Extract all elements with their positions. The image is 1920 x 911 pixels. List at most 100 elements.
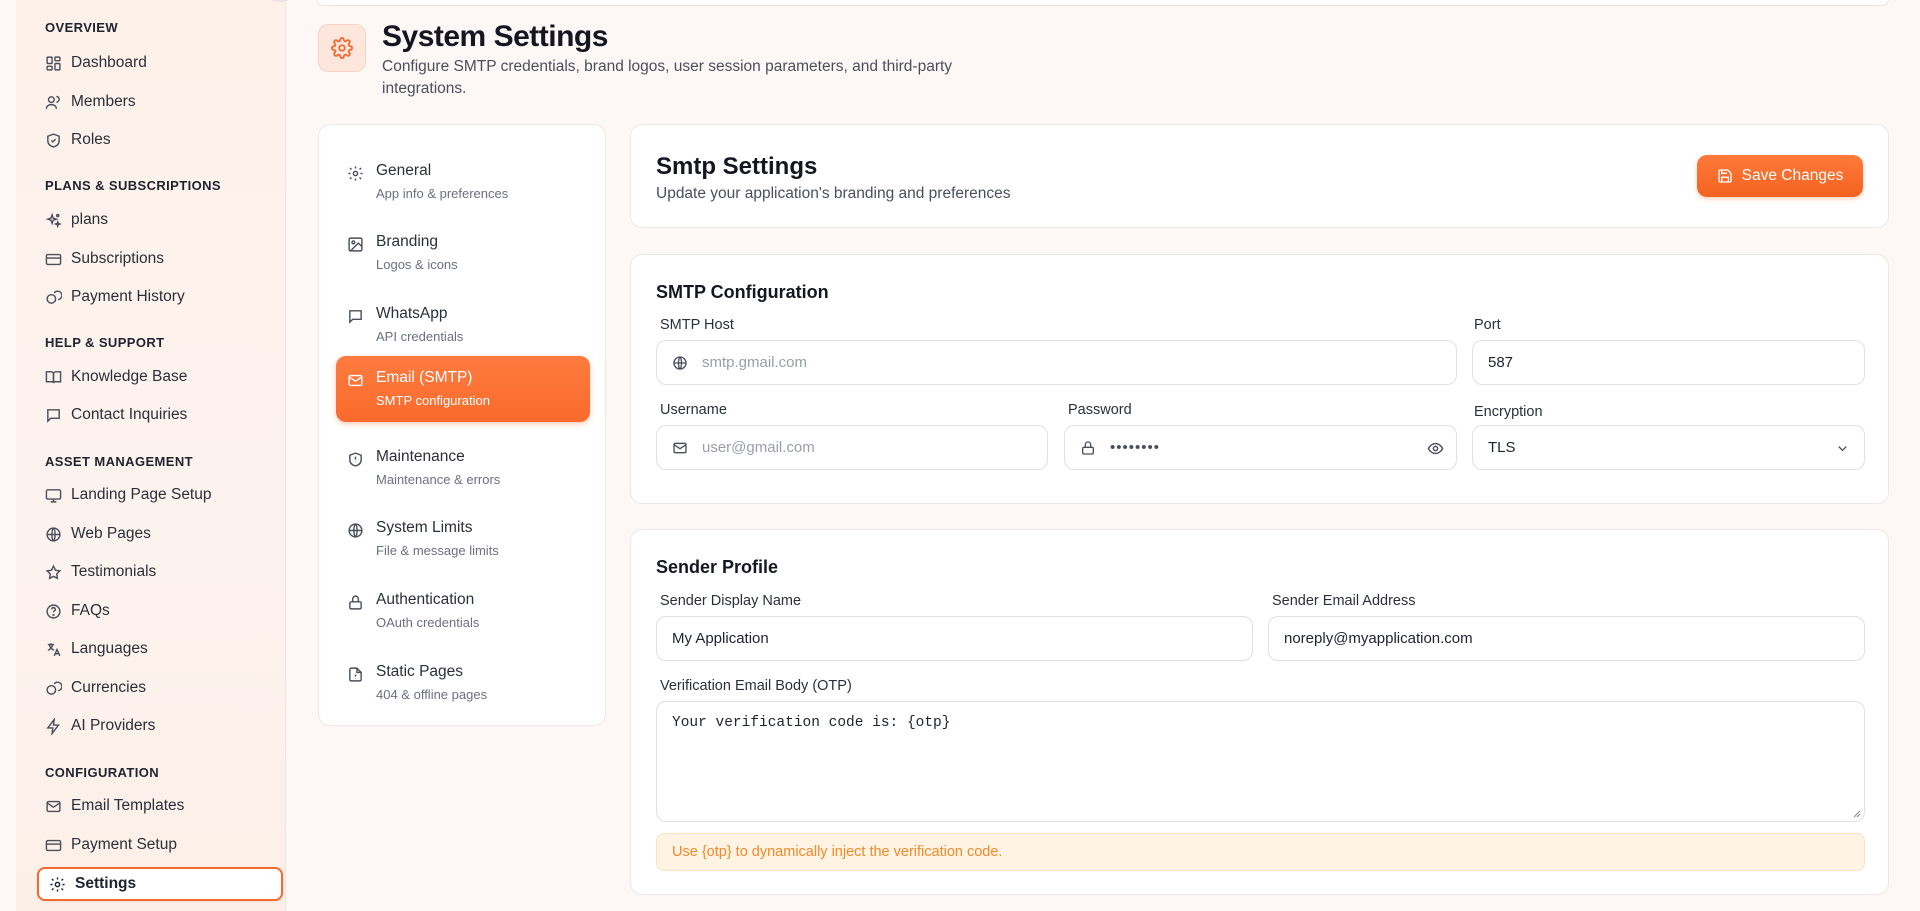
coins-icon [46, 289, 62, 304]
sidebar-item-roles[interactable]: Roles [45, 125, 275, 155]
message-square-icon [47, 408, 60, 423]
shield-icon [47, 132, 60, 148]
star-icon [45, 563, 62, 580]
users-icon [45, 95, 60, 109]
password-input[interactable]: •••••••• [1064, 425, 1457, 470]
credit-card-icon [45, 839, 62, 851]
mail-icon [673, 442, 687, 453]
eye-icon[interactable] [1427, 440, 1444, 457]
sparkles-icon [45, 212, 62, 228]
message-square-icon [349, 310, 362, 324]
globe-icon [673, 355, 687, 370]
sidebar-item-languages[interactable]: Languages [45, 634, 275, 664]
top-bar [316, 0, 1889, 6]
globe-icon [348, 523, 363, 538]
sidebar-item-subscriptions[interactable]: Subscriptions [45, 244, 275, 274]
sidebar-item-label: Knowledge Base [71, 368, 188, 385]
sidebar-item-email-templates[interactable]: Email Templates [45, 791, 275, 821]
coins-icon [46, 680, 62, 695]
sidebar-item-knowledge-base[interactable]: Knowledge Base [45, 362, 275, 392]
settings-nav-general[interactable]: General App info & preferences [336, 149, 590, 215]
save-button[interactable]: Save Changes [1697, 155, 1863, 197]
sidebar-section-title: CONFIGURATION [45, 765, 160, 780]
settings-nav-email-smtp[interactable]: Email (SMTP) SMTP configuration [336, 356, 590, 422]
sidebar-item-payment-history[interactable]: Payment History [45, 282, 275, 312]
nav-title: System Limits [376, 519, 473, 536]
sender-display-name-input[interactable]: My Application [656, 616, 1253, 661]
settings-nav-static-pages[interactable]: Static Pages 404 & offline pages [336, 650, 590, 716]
settings-nav-system-limits[interactable]: System Limits File & message limits [336, 506, 590, 572]
settings-nav-authentication[interactable]: Authentication OAuth credentials [336, 578, 590, 644]
sidebar-item-contact-inquiries[interactable]: Contact Inquiries [45, 400, 275, 430]
sidebar-item-label: Currencies [71, 679, 146, 696]
gear-icon [348, 166, 363, 181]
sender-email-value: noreply@myapplication.com [1284, 630, 1473, 647]
sidebar-item-label: Payment Setup [71, 836, 177, 853]
settings-nav-whatsapp[interactable]: WhatsApp API credentials [336, 292, 590, 358]
sidebar-item-ai-providers[interactable]: AI Providers [45, 711, 275, 741]
smtp-host-input[interactable]: smtp.gmail.com [656, 340, 1457, 385]
book-icon [45, 370, 62, 383]
sidebar-item-members[interactable]: Members [45, 87, 275, 117]
verification-body-textarea[interactable]: Your verification code is: {otp} [656, 701, 1865, 822]
sidebar-item-label: Roles [71, 131, 111, 148]
sidebar-item-label: Email Templates [71, 797, 185, 814]
sidebar-item-plans[interactable]: plans [45, 205, 275, 235]
lock-icon [1082, 440, 1094, 455]
encryption-label: Encryption [1474, 404, 1543, 420]
nav-subtitle: Maintenance & errors [376, 472, 501, 487]
file-icon [349, 667, 362, 682]
sidebar-item-dashboard[interactable]: Dashboard [45, 48, 275, 78]
settings-nav: General App info & preferences Branding … [318, 124, 606, 726]
encryption-select[interactable]: TLS [1472, 425, 1865, 470]
nav-subtitle: SMTP configuration [376, 393, 490, 408]
settings-header-icon [318, 24, 366, 72]
username-input[interactable]: user@gmail.com [656, 425, 1048, 470]
verification-body-value: Your verification code is: {otp} [672, 715, 951, 731]
sidebar-item-testimonials[interactable]: Testimonials [45, 557, 275, 587]
lock-icon [349, 595, 362, 610]
languages-icon [47, 642, 61, 656]
resize-handle-icon[interactable] [1851, 808, 1861, 818]
page-title: System Settings [382, 20, 608, 53]
chevron-down-icon [1838, 446, 1847, 452]
save-icon [1717, 169, 1732, 183]
nav-title: Email (SMTP) [376, 369, 473, 386]
sidebar-item-label: Landing Page Setup [71, 486, 212, 503]
card-title: Smtp Settings [656, 153, 818, 180]
otp-hint: Use {otp} to dynamically inject the veri… [656, 833, 1865, 871]
sidebar-item-web-pages[interactable]: Web Pages [45, 519, 275, 549]
otp-hint-text: Use {otp} to dynamically inject the veri… [672, 844, 1003, 860]
dashboard-icon [46, 55, 61, 71]
sidebar-item-label: Contact Inquiries [71, 406, 188, 423]
sender-email-input[interactable]: noreply@myapplication.com [1268, 616, 1865, 661]
smtp-config-card: SMTP Configuration SMTP Host smtp.gmail.… [630, 254, 1889, 504]
username-label: Username [660, 402, 727, 418]
nav-subtitle: API credentials [376, 329, 464, 344]
sidebar: OVERVIEW Dashboard Members Roles PLANS &… [16, 0, 286, 911]
sidebar-item-label: Members [71, 93, 136, 110]
sidebar-item-label: Settings [75, 875, 137, 892]
mail-icon [46, 800, 61, 812]
monitor-icon [45, 488, 62, 503]
settings-nav-maintenance[interactable]: Maintenance Maintenance & errors [336, 435, 590, 501]
port-input[interactable]: 587 [1472, 340, 1865, 385]
sidebar-item-faqs[interactable]: FAQs [45, 596, 275, 626]
port-value: 587 [1488, 354, 1514, 371]
smtp-host-label: SMTP Host [660, 317, 734, 333]
sidebar-item-settings[interactable]: Settings [37, 867, 283, 901]
globe-icon [46, 526, 61, 542]
page-subtitle: Configure SMTP credentials, brand logos,… [382, 58, 953, 97]
sidebar-item-payment-setup[interactable]: Payment Setup [45, 830, 275, 860]
credit-card-icon [45, 253, 62, 265]
help-circle-icon [46, 603, 61, 619]
sidebar-item-currencies[interactable]: Currencies [45, 673, 275, 703]
nav-subtitle: 404 & offline pages [376, 687, 488, 702]
sender-email-label: Sender Email Address [1272, 593, 1416, 609]
nav-subtitle: App info & preferences [376, 186, 509, 201]
settings-nav-branding[interactable]: Branding Logos & icons [336, 220, 590, 286]
sidebar-item-label: Subscriptions [71, 250, 165, 267]
sender-display-name-label: Sender Display Name [660, 593, 802, 609]
sidebar-item-landing-page-setup[interactable]: Landing Page Setup [45, 480, 275, 510]
nav-title: General [376, 162, 432, 179]
